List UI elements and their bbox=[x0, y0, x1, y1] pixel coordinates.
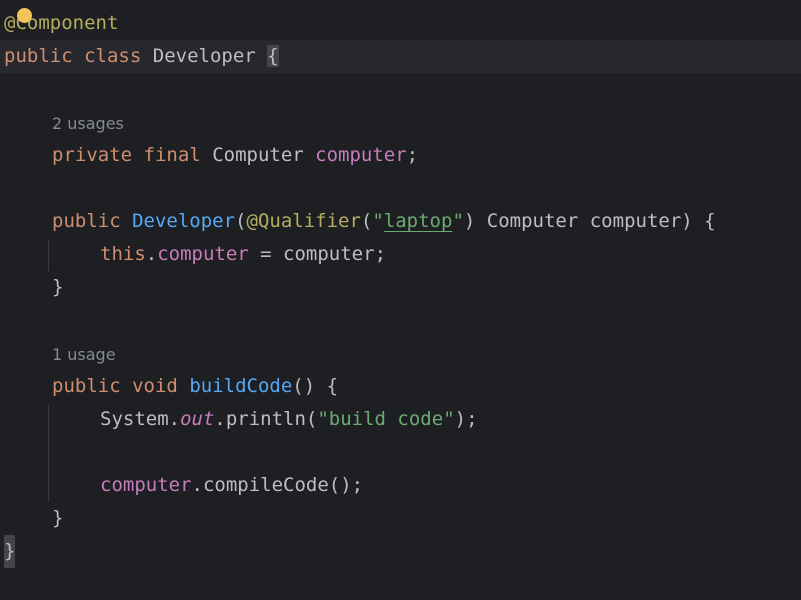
keyword-private: private bbox=[52, 144, 133, 166]
lightbulb-icon[interactable] bbox=[17, 8, 32, 23]
constructor-param: Computer computer) { bbox=[486, 210, 716, 232]
field-ref: computer bbox=[100, 474, 192, 496]
code-line-constructor[interactable]: public Developer(@Qualifier("laptop") Co… bbox=[0, 205, 801, 238]
string-literal: "build code" bbox=[317, 408, 455, 430]
keyword-final: final bbox=[143, 144, 201, 166]
static-field-out: out bbox=[180, 408, 215, 430]
annotation-qualifier: @Qualifier bbox=[246, 210, 361, 232]
code-line-class-close[interactable]: } bbox=[0, 535, 801, 568]
brace-match-close: } bbox=[4, 535, 16, 568]
qualifier-value: laptop bbox=[383, 210, 453, 232]
code-line-field[interactable]: private final Computer computer; bbox=[0, 139, 801, 172]
code-line-method[interactable]: public void buildCode() { bbox=[0, 370, 801, 403]
keyword-public: public bbox=[52, 210, 121, 232]
code-line-annotation[interactable]: @Component bbox=[0, 7, 801, 40]
closing-brace: } bbox=[52, 276, 64, 298]
code-line-println[interactable]: System.out.println("build code"); bbox=[0, 403, 801, 436]
constructor-name: Developer bbox=[132, 210, 236, 232]
keyword-public: public bbox=[4, 45, 73, 67]
brace-match-open: { bbox=[267, 45, 279, 67]
usages-hint-field[interactable]: 2 usages bbox=[52, 112, 124, 136]
code-editor[interactable]: @Component public class Developer { 2 us… bbox=[0, 0, 801, 600]
keyword-void: void bbox=[132, 375, 178, 397]
closing-brace: } bbox=[52, 507, 64, 529]
method-name: buildCode bbox=[189, 375, 293, 397]
code-line-ctor-close[interactable]: } bbox=[0, 271, 801, 304]
keyword-this: this bbox=[100, 243, 146, 265]
class-name: Developer bbox=[152, 45, 256, 67]
keyword-class: class bbox=[84, 45, 142, 67]
code-line-class-declaration[interactable]: public class Developer { bbox=[0, 40, 801, 73]
code-line-ctor-body[interactable]: this.computer = computer; bbox=[0, 238, 801, 271]
code-line-compile[interactable]: computer.compileCode(); bbox=[0, 469, 801, 502]
keyword-public: public bbox=[52, 375, 121, 397]
field-name: computer bbox=[315, 144, 407, 166]
field-ref: computer bbox=[157, 243, 249, 265]
code-line-method-close[interactable]: } bbox=[0, 502, 801, 535]
usages-hint-method[interactable]: 1 usage bbox=[52, 343, 116, 367]
field-type: Computer bbox=[212, 144, 304, 166]
indent-guide bbox=[48, 240, 49, 271]
indent-guide bbox=[48, 405, 49, 502]
